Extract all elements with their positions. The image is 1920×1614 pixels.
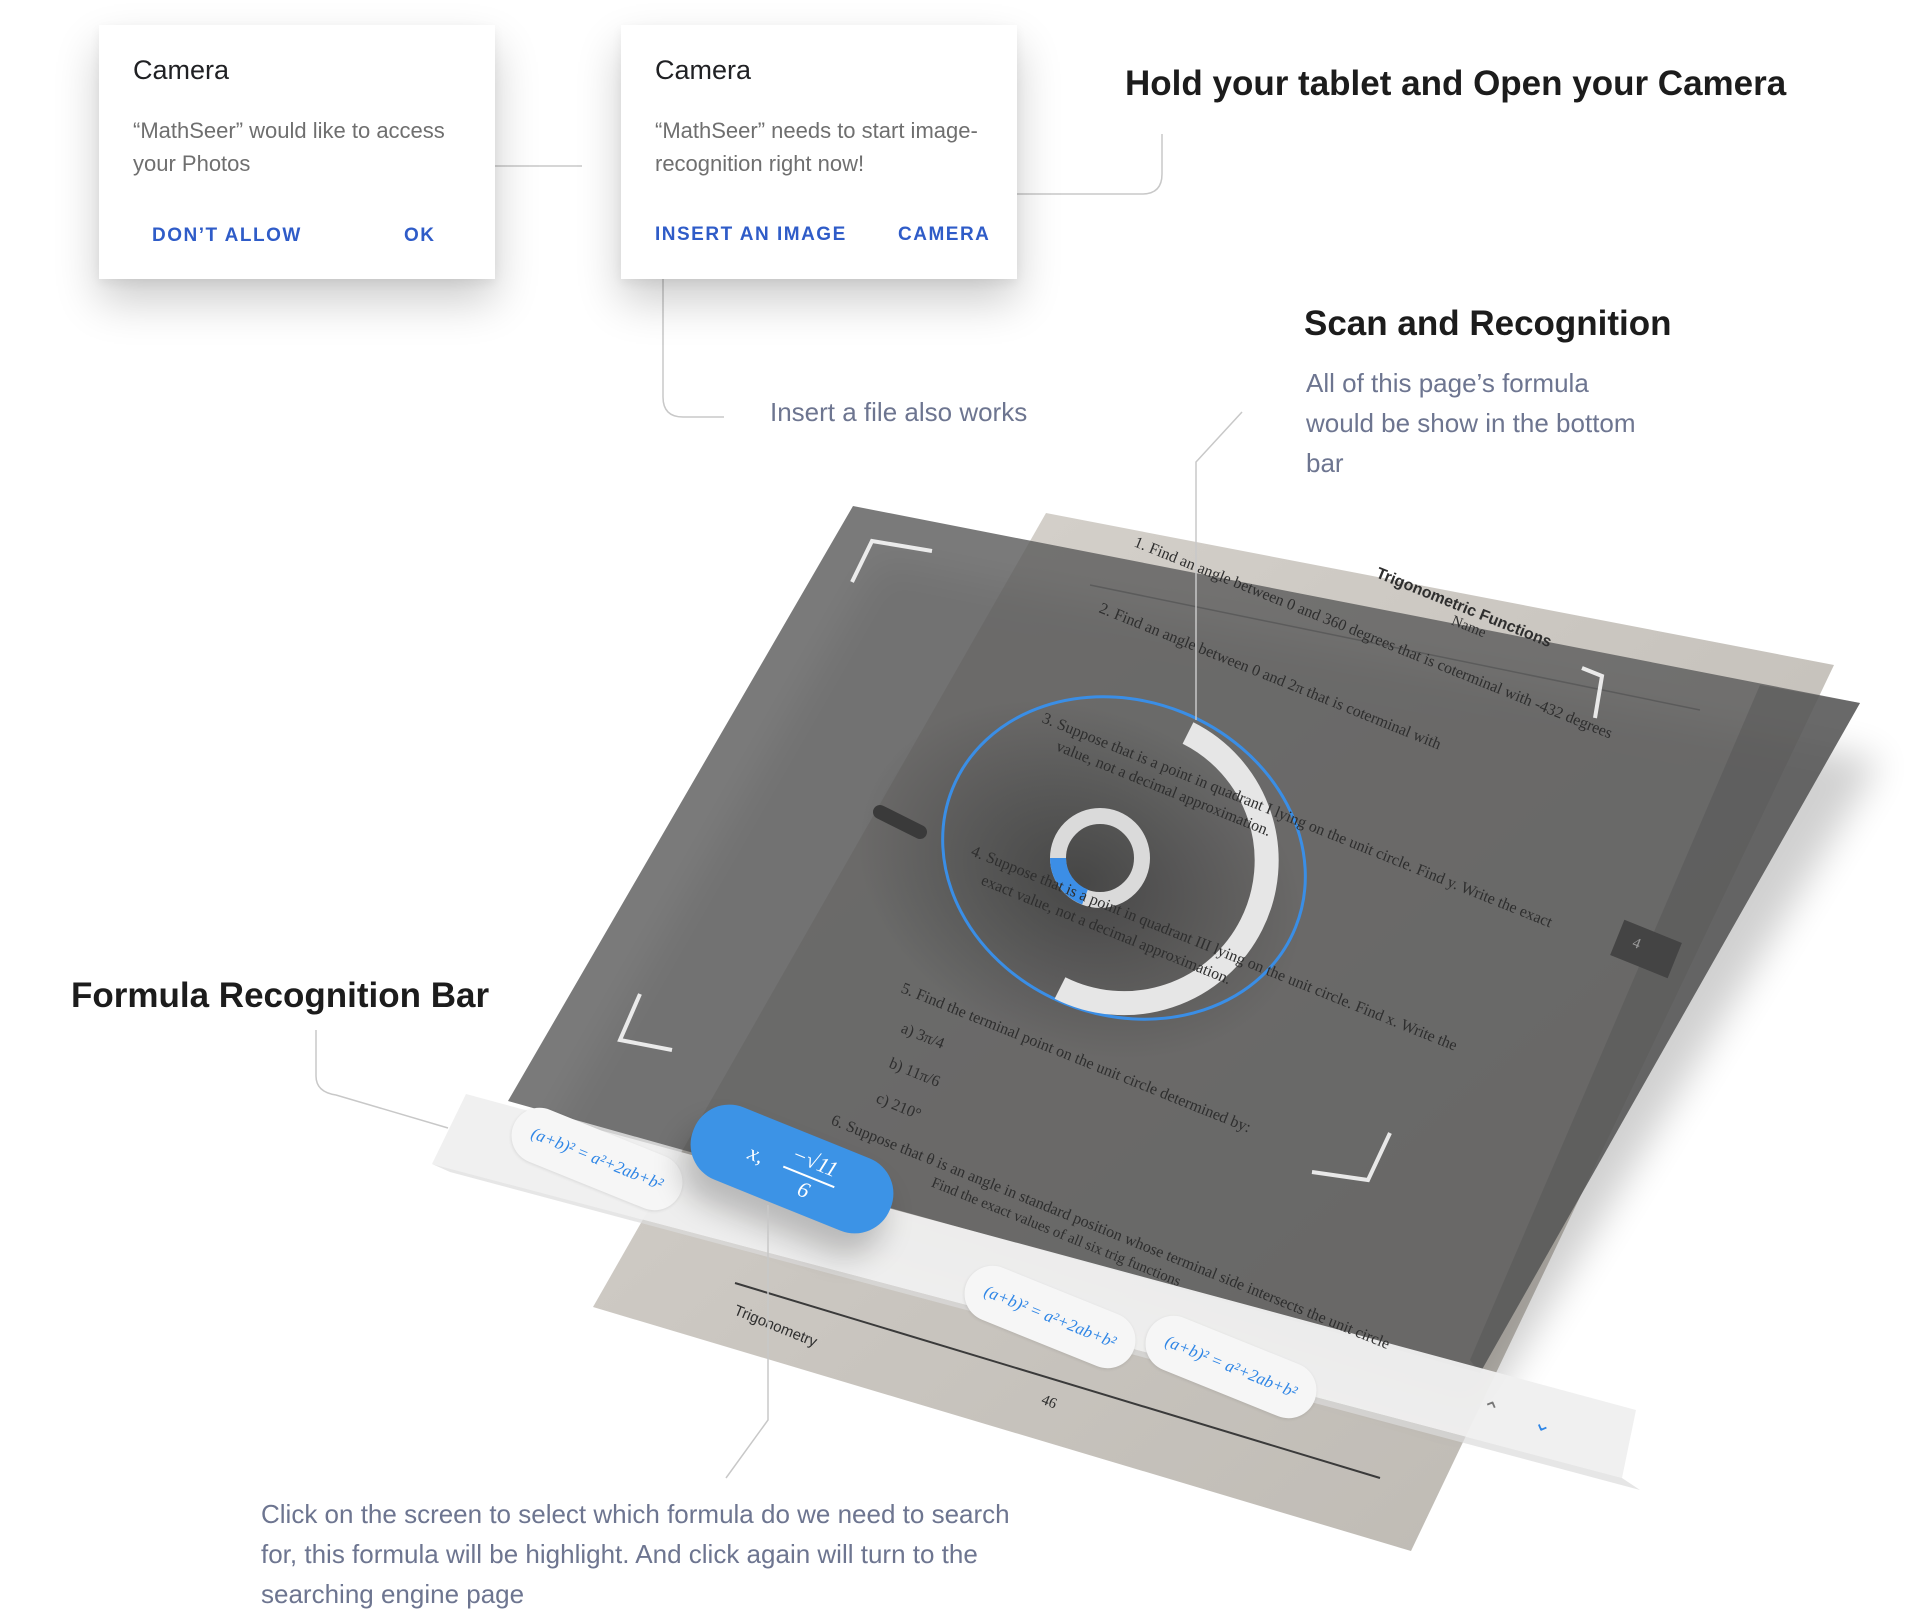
dialog-body: “MathSeer” needs to start image-recognit… xyxy=(655,118,978,176)
note-scan: All of this page’s formula would be show… xyxy=(1306,368,1636,478)
dialog-title: Camera xyxy=(655,55,752,85)
photos-permission-dialog: Camera “MathSeer” would like to access y… xyxy=(99,25,495,279)
formula-active-var: x, xyxy=(744,1139,769,1169)
camera-start-dialog: Camera “MathSeer” needs to start image-r… xyxy=(621,25,1017,279)
dont-allow-button[interactable]: DON’T ALLOW xyxy=(152,225,302,247)
ok-button[interactable]: OK xyxy=(404,225,436,247)
insert-image-button[interactable]: INSERT AN IMAGE xyxy=(655,224,847,246)
heading-scan-recognition: Scan and Recognition xyxy=(1304,304,1672,343)
note-click-formula: Click on the screen to select which form… xyxy=(261,1499,1010,1609)
heading-hold-tablet: Hold your tablet and Open your Camera xyxy=(1125,64,1787,103)
formula-active-denominator: 6 xyxy=(794,1175,814,1204)
camera-button[interactable]: CAMERA xyxy=(898,224,990,246)
dialog-title: Camera xyxy=(133,55,230,85)
dialog-body: “MathSeer” would like to access your Pho… xyxy=(133,118,445,176)
note-insert-file: Insert a file also works xyxy=(770,397,1028,427)
formula-active-fraction: −√11 6 xyxy=(773,1139,846,1213)
formula-active-numerator: −√11 xyxy=(782,1139,846,1189)
heading-formula-bar: Formula Recognition Bar xyxy=(71,976,490,1015)
